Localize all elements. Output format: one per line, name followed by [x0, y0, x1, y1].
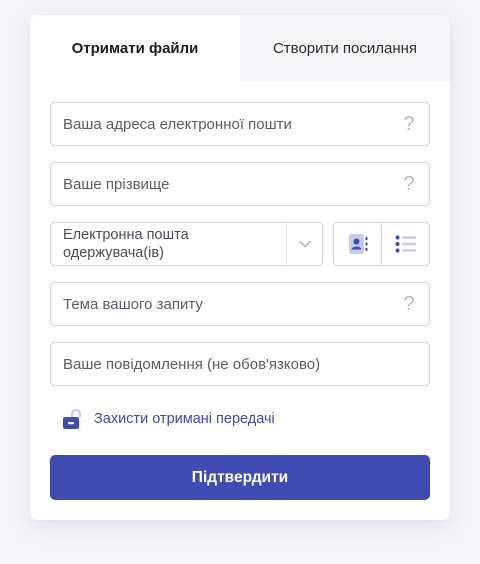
- list-icon: [395, 235, 416, 253]
- protect-transfers-label[interactable]: Захисти отримані передачі: [94, 411, 275, 427]
- subject-field[interactable]: Тема вашого запиту ?: [50, 282, 430, 326]
- tab-create-link-label: Створити посилання: [272, 40, 418, 57]
- message-field-placeholder: Ваше повідомлення (не обов'язково): [63, 355, 321, 373]
- contacts-button[interactable]: [334, 223, 381, 265]
- question-icon[interactable]: ?: [393, 293, 425, 316]
- submit-button[interactable]: Підтвердити: [50, 455, 430, 500]
- question-icon[interactable]: ?: [393, 113, 425, 136]
- surname-field[interactable]: Ваше прізвище ?: [50, 162, 430, 206]
- recipient-tools: [333, 222, 430, 266]
- protect-transfers-toggle[interactable]: Захисти отримані передачі: [62, 408, 275, 430]
- transfer-form-card: Отримати файли Створити посилання Ваша а…: [30, 15, 450, 520]
- email-field[interactable]: Ваша адреса електронної пошти ?: [50, 102, 430, 146]
- email-field-placeholder: Ваша адреса електронної пошти: [63, 115, 292, 133]
- list-button[interactable]: [381, 223, 429, 265]
- chevron-down-icon: [298, 240, 311, 248]
- message-field[interactable]: Ваше повідомлення (не обов'язково): [50, 342, 430, 386]
- recipients-dropdown-toggle[interactable]: [286, 223, 322, 265]
- tab-create-link[interactable]: Створити посилання: [240, 15, 450, 82]
- recipients-placeholder: Електронна пошта одержувача(ів): [63, 227, 189, 261]
- surname-field-placeholder: Ваше прізвище: [63, 175, 170, 193]
- tab-bar: Отримати файли Створити посилання: [30, 15, 450, 82]
- subject-field-placeholder: Тема вашого запиту: [63, 295, 203, 313]
- tab-receive-files[interactable]: Отримати файли: [30, 15, 240, 82]
- question-icon[interactable]: ?: [393, 173, 425, 196]
- tab-receive-files-label: Отримати файли: [71, 40, 199, 57]
- address-book-icon: [348, 234, 367, 254]
- recipients-select[interactable]: Електронна пошта одержувача(ів): [50, 222, 323, 266]
- unlocked-padlock-icon: [63, 408, 82, 429]
